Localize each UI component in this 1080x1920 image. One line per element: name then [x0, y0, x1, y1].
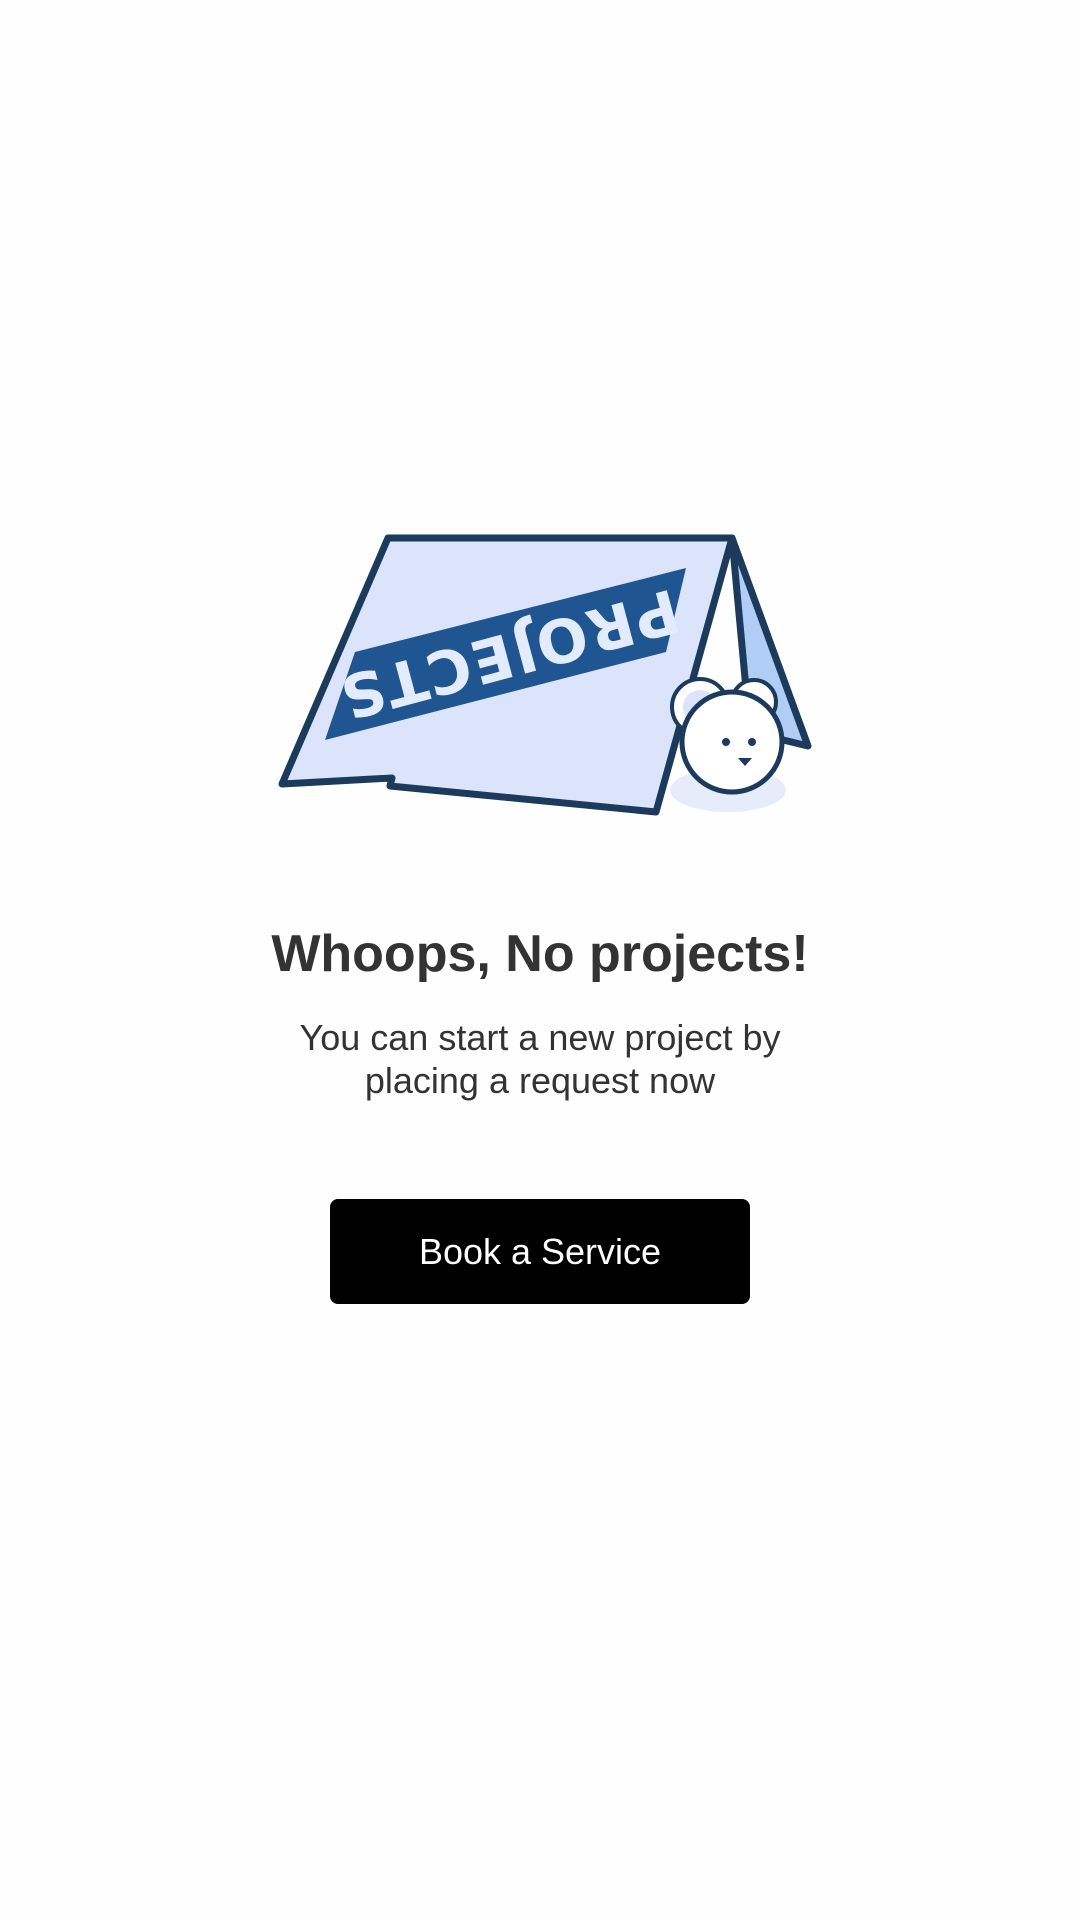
empty-state-subtitle: You can start a new project by placing a… [240, 1016, 840, 1102]
subtitle-line: You can start a new project by [299, 1017, 781, 1058]
empty-state: PROJECTS Whoops, No projects! You can st… [0, 0, 1080, 1920]
empty-state-title: Whoops, No projects! [271, 925, 809, 983]
book-service-button[interactable]: Book a Service [330, 1199, 750, 1304]
subtitle-line: placing a request now [364, 1060, 716, 1101]
projects-tent-illustration: PROJECTS [278, 534, 812, 816]
